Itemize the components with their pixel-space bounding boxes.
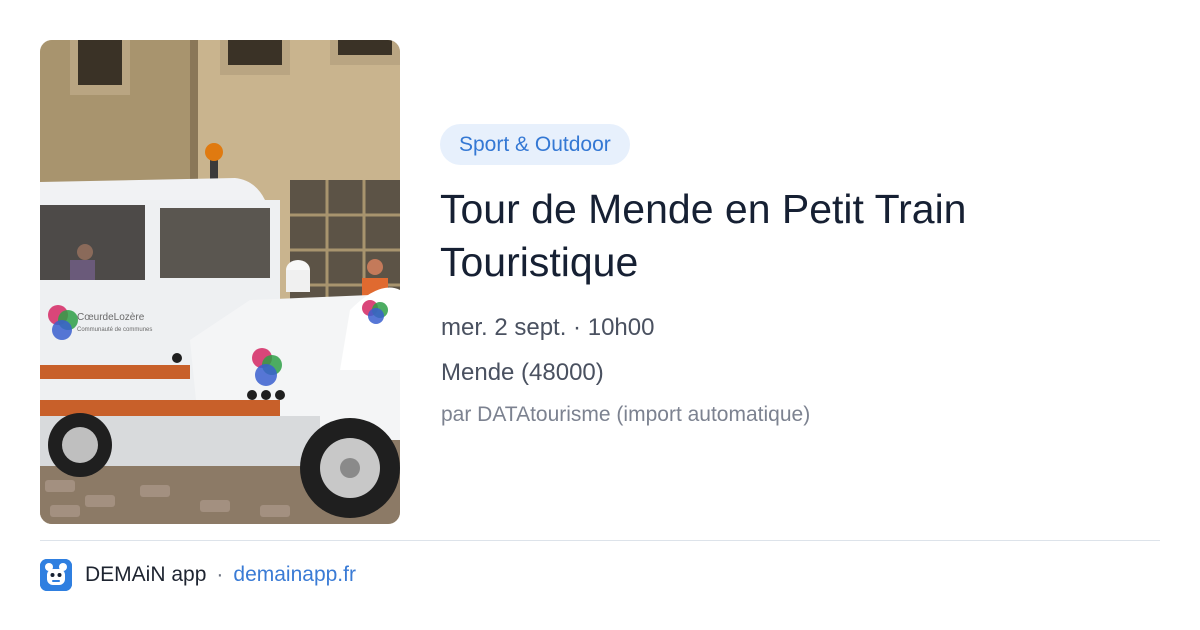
event-source: par DATAtourisme (import automatique)	[441, 403, 811, 426]
app-logo-icon	[40, 558, 72, 591]
photo-logo-subtext: Communauté de communes	[77, 327, 152, 333]
footer-separator: ·	[216, 562, 224, 586]
category-badge[interactable]: Sport & Outdoor	[440, 124, 630, 165]
event-date: mer. 2 sept. · 10h00	[441, 314, 655, 341]
event-photo: CœurdeLozère Communauté de communes	[40, 40, 400, 524]
app-link[interactable]: demainapp.fr	[233, 563, 356, 587]
app-name: DEMAiN app	[85, 562, 207, 586]
event-title: Tour de Mende en Petit Train Touristique	[440, 186, 967, 285]
footer: DEMAiN app · demainapp.fr	[40, 558, 356, 591]
divider	[40, 540, 1160, 541]
photo-logo-text: CœurdeLozère	[77, 312, 145, 323]
event-location: Mende (48000)	[441, 359, 604, 386]
